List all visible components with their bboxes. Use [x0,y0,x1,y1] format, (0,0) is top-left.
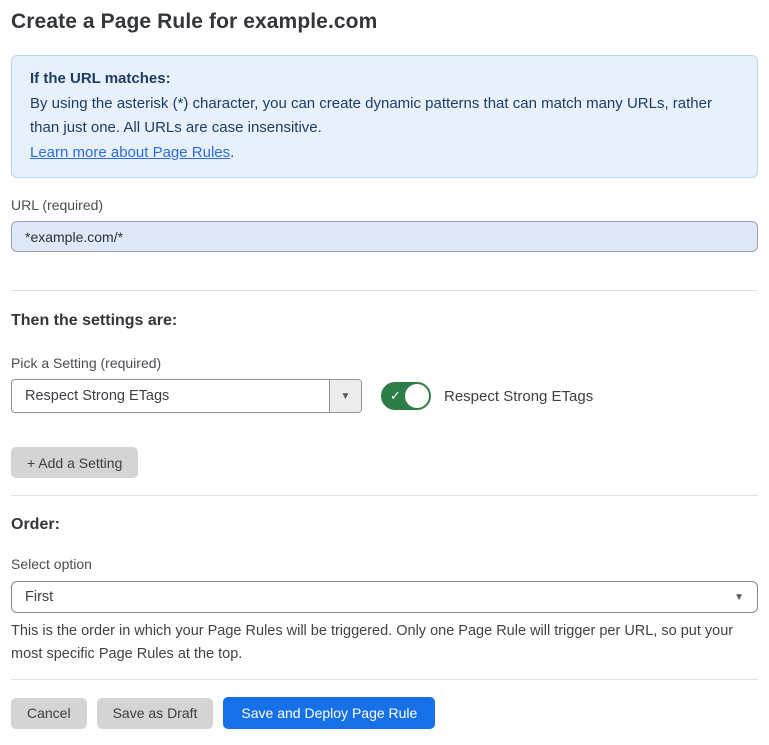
setting-toggle[interactable]: ✓ [381,382,431,410]
check-icon: ✓ [390,389,401,402]
setting-select-value: Respect Strong ETags [12,380,329,412]
chevron-down-icon: ▼ [734,592,744,603]
setting-select-arrow-button[interactable]: ▼ [329,380,361,412]
save-deploy-button[interactable]: Save and Deploy Page Rule [223,697,435,729]
info-box-heading: If the URL matches: [30,67,739,92]
order-help-text: This is the order in which your Page Rul… [11,620,756,666]
page-title: Create a Page Rule for example.com [11,10,758,34]
order-select[interactable]: First ▼ [11,581,758,613]
url-match-info-box: If the URL matches: By using the asteris… [11,55,758,178]
chevron-down-icon: ▼ [341,391,351,402]
setting-row: Respect Strong ETags ▼ ✓ Respect Strong … [11,379,758,413]
info-box-body: By using the asterisk (*) character, you… [30,92,739,141]
add-setting-button[interactable]: + Add a Setting [11,447,138,478]
save-draft-button[interactable]: Save as Draft [97,698,214,729]
url-field-label: URL (required) [11,197,758,213]
url-input[interactable] [11,221,758,252]
footer-actions: Cancel Save as Draft Save and Deploy Pag… [11,697,758,729]
settings-section-heading: Then the settings are: [11,312,758,330]
create-page-rule-panel: Create a Page Rule for example.com If th… [0,0,769,745]
section-divider [11,679,758,680]
setting-select[interactable]: Respect Strong ETags ▼ [11,379,362,413]
order-select-value: First [25,589,734,605]
learn-more-link[interactable]: Learn more about Page Rules [30,144,230,161]
toggle-knob [405,384,429,408]
info-box-link-line: Learn more about Page Rules. [30,141,739,166]
order-section-heading: Order: [11,516,758,534]
order-select-label: Select option [11,556,758,572]
cancel-button[interactable]: Cancel [11,698,87,729]
section-divider [11,290,758,291]
link-period: . [230,144,234,161]
toggle-label: Respect Strong ETags [444,388,593,405]
pick-setting-label: Pick a Setting (required) [11,355,758,371]
section-divider [11,495,758,496]
